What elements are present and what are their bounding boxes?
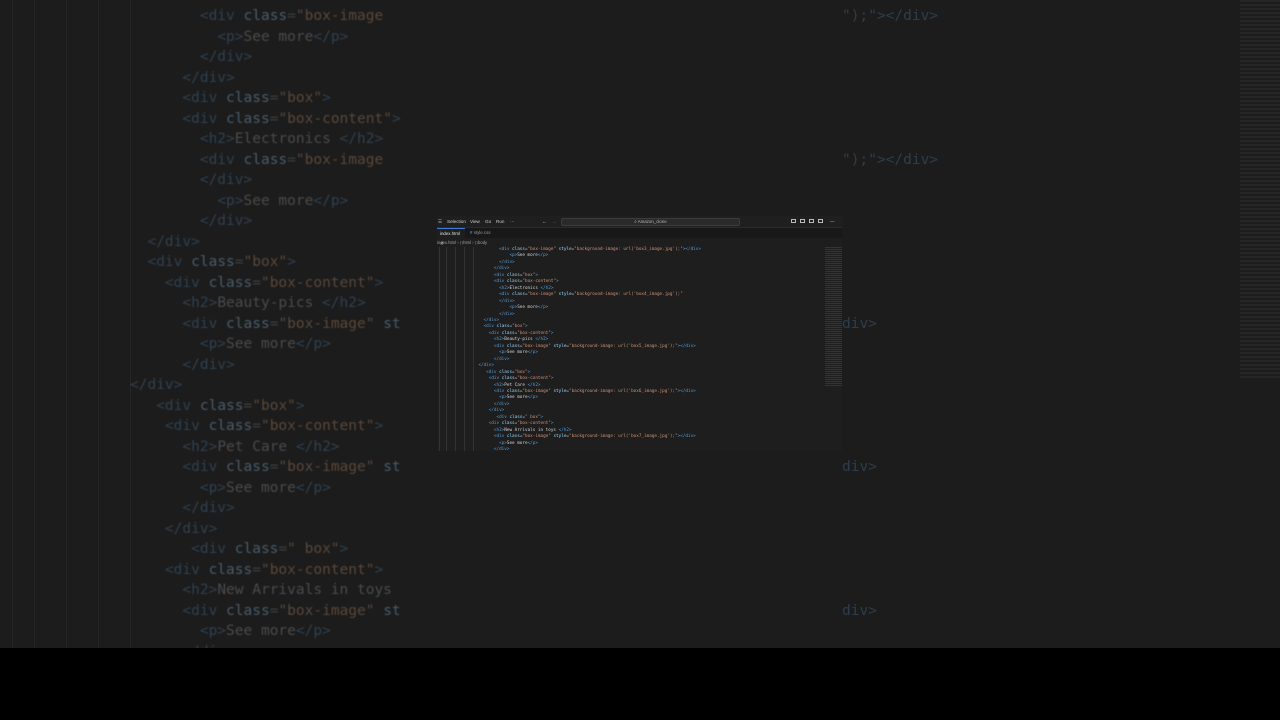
letterbox-bar [0, 648, 1280, 720]
background-code-fragment [842, 109, 938, 130]
code-line: <div class="box"> [182, 90, 331, 106]
code-line: </div> [182, 500, 235, 516]
background-code-fragment [842, 355, 938, 376]
code-line: <div class="box-image [199, 151, 384, 168]
background-code-fragment [842, 539, 938, 560]
background-code-fragment [842, 170, 938, 191]
code-line: <div class="box-content"> [164, 418, 384, 434]
layout-panel-icon[interactable] [800, 219, 805, 223]
background-code-fragment [842, 232, 938, 253]
code-line: </div> [164, 520, 218, 537]
code-line: <div class="box"> [156, 397, 305, 414]
menu-selection[interactable]: Selection [447, 219, 466, 224]
code-line: </div> [199, 172, 253, 188]
code-line: </div> [182, 69, 235, 86]
code-line: <h2>Electronics </h2> [199, 131, 384, 147]
back-arrow-icon[interactable]: ← [542, 219, 547, 224]
code-line: </div> [199, 49, 253, 65]
code-line: <div class="box-content"> [164, 561, 384, 578]
background-code-fragment [842, 519, 938, 540]
breadcrumb: index.html › ⟨⟩html › ⟨⟩body [437, 239, 842, 246]
background-code-fragment [842, 375, 938, 396]
background-code-fragment [842, 437, 938, 458]
code-line: <p>See more</p> [199, 336, 331, 352]
background-code-fragment [842, 211, 938, 232]
background-right-code-text: ");"></div> ");"></div> div> div> div> [842, 6, 938, 621]
background-code-fragment [842, 252, 938, 273]
menu-view[interactable]: View [470, 219, 480, 224]
code-line: <p>See more</p> [199, 623, 331, 639]
vscode-window: ☰ Selection View Go Run ··· ← → ⌕ Amazon… [437, 216, 842, 451]
background-minimap [1240, 0, 1280, 380]
code-line: <div class="box-image" style="background… [493, 434, 696, 440]
background-code-fragment [842, 273, 938, 294]
code-line: <div class="box-image" style="background… [499, 292, 683, 298]
tab-label: index.html [440, 231, 461, 236]
minimap[interactable] [825, 247, 842, 387]
breadcrumb-body[interactable]: body [478, 240, 487, 245]
code-line: <div class="box-image" st [182, 315, 401, 332]
minimize-icon[interactable]: — [830, 219, 835, 224]
code-line: <p>See more</p> [217, 192, 349, 209]
forward-arrow-icon[interactable]: → [552, 219, 557, 224]
background-code-fragment [842, 478, 938, 499]
code-line: </div> [147, 233, 200, 250]
code-line: <div class="box-image" st [182, 602, 401, 619]
background-code-fragment: ");"></div> [842, 151, 939, 168]
code-line: <h2>Beauty-pics </h2> [182, 295, 366, 311]
code-line: <div class="box-image [199, 8, 384, 24]
background-code-fragment [842, 47, 938, 68]
code-line: <div class="box-content"> [182, 110, 401, 127]
background-code-fragment [842, 334, 938, 355]
code-line: <div class="box-image" st [182, 459, 401, 475]
command-center-search[interactable]: ⌕ Amazon_clone [561, 218, 740, 226]
menu-go[interactable]: Go [485, 219, 491, 224]
tab-label: style.css [473, 230, 491, 235]
tab-style-css[interactable]: # style.css [467, 228, 501, 238]
background-code-fragment: div> [842, 459, 877, 475]
css-file-icon: # [470, 230, 473, 235]
background-code-fragment: div> [842, 315, 877, 332]
background-code-fragment [842, 396, 938, 417]
code-line: <h2>New Arrivals in toys [182, 582, 392, 598]
layout-secondary-icon[interactable] [809, 219, 814, 223]
background-code-fragment [842, 129, 938, 150]
breadcrumb-html[interactable]: html [463, 240, 471, 245]
background-code-fragment [842, 416, 938, 437]
background-code-fragment [842, 88, 938, 109]
code-line: <p>See more</p> [217, 28, 349, 45]
customize-layout-icon[interactable] [818, 219, 823, 223]
layout-sidebar-icon[interactable] [791, 219, 796, 223]
background-code-fragment [842, 560, 938, 581]
code-line: </div> [130, 377, 183, 393]
code-line: <div class="box"> [147, 254, 296, 270]
code-line: <h2>Pet Care </h2> [182, 438, 340, 455]
code-line: <div class=" box"> [191, 541, 349, 557]
code-line: </div> [199, 213, 253, 229]
editor-tabs: index.html ✕ # style.css [437, 228, 842, 246]
code-line: </div> [182, 356, 235, 373]
breadcrumb-file[interactable]: index.html [437, 240, 456, 245]
background-code-fragment [842, 68, 938, 89]
background-code-fragment [842, 293, 938, 314]
menu-run[interactable]: Run [496, 219, 504, 224]
background-code-fragment [842, 27, 938, 48]
background-code-text: <div class="box-image <p>See more</p> </… [130, 6, 401, 648]
background-code-fragment [842, 498, 938, 519]
code-editor[interactable]: <div class="box-image" style="background… [437, 247, 701, 451]
tab-index-html[interactable]: index.html ✕ [437, 228, 465, 246]
background-code-fragment [842, 191, 938, 212]
code-line: </div> [493, 447, 510, 451]
workspace-name: Amazon_clone [637, 219, 667, 224]
code-line: <div class="box-content"> [164, 274, 384, 291]
background-code-fragment: ");"></div> [842, 8, 939, 24]
background-code-fragment [842, 580, 938, 601]
app-menu-icon[interactable]: ☰ [438, 219, 442, 225]
code-line: <p>See more</p> [199, 479, 331, 496]
menu-more[interactable]: ··· [510, 219, 515, 224]
titlebar: ☰ Selection View Go Run ··· ← → ⌕ Amazon… [437, 216, 842, 228]
background-code-fragment: div> [842, 602, 877, 619]
